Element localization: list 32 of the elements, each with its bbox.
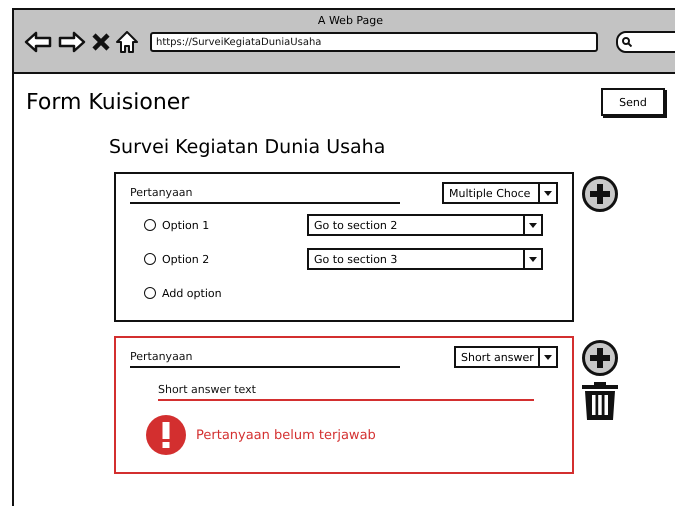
- add-button[interactable]: [582, 176, 618, 212]
- page-title: Form Kuisioner: [26, 90, 190, 114]
- back-icon[interactable]: [24, 31, 52, 53]
- search-icon: [622, 37, 632, 47]
- close-icon[interactable]: [92, 33, 110, 51]
- trash-icon[interactable]: [582, 382, 618, 420]
- search-field[interactable]: [616, 31, 675, 53]
- add-button[interactable]: [582, 340, 618, 376]
- section-dropdown[interactable]: Go to section 2: [307, 214, 543, 236]
- caret-icon: [544, 190, 552, 196]
- send-button[interactable]: Send: [601, 88, 665, 116]
- error-icon: [146, 415, 186, 455]
- caret-icon: [529, 222, 537, 228]
- caret-icon: [529, 256, 537, 262]
- add-option-label[interactable]: Add option: [162, 286, 307, 300]
- radio-button[interactable]: [144, 287, 156, 299]
- home-icon[interactable]: [116, 31, 138, 53]
- option-label: Option 1: [162, 218, 210, 232]
- caret-icon: [544, 354, 552, 360]
- forward-icon[interactable]: [58, 31, 86, 53]
- section-dropdown[interactable]: Go to section 3: [307, 248, 543, 270]
- type-dropdown[interactable]: Multiple Choce: [442, 182, 558, 204]
- form-title: Survei Kegiatan Dunia Usaha: [109, 136, 386, 158]
- window-title: A Web Page: [316, 14, 384, 27]
- plus-icon: [590, 184, 610, 204]
- option-label: Option 2: [162, 252, 210, 266]
- address-field[interactable]: https://SurveiKegiataDuniaUsaha: [150, 32, 598, 52]
- plus-icon: [590, 348, 610, 368]
- type-dropdown[interactable]: Short answer: [454, 346, 558, 368]
- radio-button[interactable]: [144, 219, 156, 231]
- radio-button[interactable]: [144, 253, 156, 265]
- error-message: Pertanyaan belum terjawab: [196, 428, 376, 442]
